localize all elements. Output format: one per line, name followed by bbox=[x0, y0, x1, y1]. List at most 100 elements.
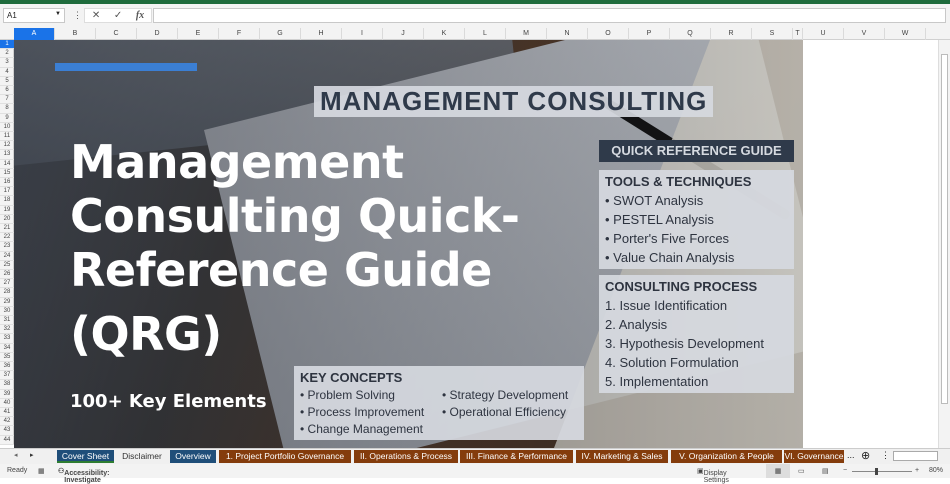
sheet-tab[interactable]: Cover Sheet bbox=[57, 450, 114, 463]
column-header[interactable]: Q bbox=[670, 28, 711, 40]
row-header[interactable]: 10 bbox=[0, 123, 14, 132]
row-header[interactable]: 30 bbox=[0, 307, 14, 316]
column-header[interactable]: M bbox=[506, 28, 547, 40]
sheet-tab[interactable]: II. Operations & Process bbox=[354, 450, 458, 463]
row-header[interactable]: 21 bbox=[0, 224, 14, 234]
column-header[interactable]: D bbox=[137, 28, 178, 40]
column-header[interactable]: W bbox=[885, 28, 926, 40]
column-header[interactable]: C bbox=[96, 28, 137, 40]
display-settings-button[interactable]: ▣ Display Settings bbox=[697, 467, 729, 484]
scroll-thumb[interactable] bbox=[941, 54, 948, 404]
sheet-tab[interactable]: VI. Governance bbox=[784, 450, 844, 463]
zoom-in-icon[interactable]: + bbox=[915, 467, 919, 474]
more-tabs-button[interactable]: ... bbox=[847, 450, 855, 460]
column-header[interactable]: U bbox=[803, 28, 844, 40]
chevron-down-icon[interactable]: ▼ bbox=[55, 11, 61, 17]
row-header[interactable]: 32 bbox=[0, 325, 14, 335]
row-header[interactable]: 12 bbox=[0, 141, 14, 151]
enter-icon[interactable]: ✓ bbox=[114, 10, 122, 21]
row-header[interactable]: 36 bbox=[0, 362, 14, 372]
row-header[interactable]: 40 bbox=[0, 399, 14, 408]
row-header[interactable]: 19 bbox=[0, 206, 14, 215]
row-header[interactable]: 16 bbox=[0, 178, 14, 188]
column-header[interactable]: A bbox=[14, 28, 55, 40]
row-header[interactable]: 28 bbox=[0, 288, 14, 298]
row-header[interactable]: 42 bbox=[0, 417, 14, 427]
horizontal-scrollbar[interactable] bbox=[893, 451, 938, 461]
name-box[interactable]: A1 ▼ bbox=[3, 8, 65, 23]
row-header[interactable]: 23 bbox=[0, 242, 14, 252]
row-header[interactable]: 26 bbox=[0, 270, 14, 280]
zoom-slider[interactable] bbox=[852, 468, 912, 475]
row-header[interactable]: 14 bbox=[0, 160, 14, 169]
row-header[interactable]: 33 bbox=[0, 334, 14, 344]
next-sheet-icon[interactable]: ▸ bbox=[30, 451, 34, 459]
more-icon[interactable]: ⋮ bbox=[73, 10, 82, 21]
row-header[interactable]: 15 bbox=[0, 169, 14, 178]
row-header[interactable]: 37 bbox=[0, 371, 14, 381]
add-sheet-icon[interactable]: ⊕ bbox=[861, 449, 870, 462]
row-header[interactable]: 34 bbox=[0, 344, 14, 353]
sheet-tab[interactable]: III. Finance & Performance bbox=[460, 450, 573, 463]
function-icon[interactable]: fx bbox=[136, 10, 144, 21]
row-header[interactable]: 20 bbox=[0, 215, 14, 224]
column-header[interactable]: H bbox=[301, 28, 342, 40]
prev-sheet-icon[interactable]: ◂ bbox=[14, 451, 18, 459]
row-header[interactable]: 8 bbox=[0, 104, 14, 114]
sheet-tab[interactable]: IV. Marketing & Sales bbox=[576, 450, 668, 463]
sheet-tab[interactable]: Disclaimer bbox=[116, 450, 168, 463]
normal-view-icon[interactable]: ▦ bbox=[766, 464, 790, 478]
column-header[interactable]: F bbox=[219, 28, 260, 40]
column-header[interactable]: I bbox=[342, 28, 383, 40]
column-header[interactable]: J bbox=[383, 28, 424, 40]
column-header[interactable]: O bbox=[588, 28, 629, 40]
row-header[interactable]: 43 bbox=[0, 426, 14, 436]
accessibility-status[interactable]: ⚇ Accessibility: Investigate bbox=[58, 467, 109, 484]
page-layout-icon[interactable]: ▭ bbox=[798, 467, 805, 475]
row-header[interactable]: 27 bbox=[0, 279, 14, 289]
column-header[interactable]: S bbox=[752, 28, 793, 40]
column-header[interactable]: G bbox=[260, 28, 301, 40]
column-header[interactable]: K bbox=[424, 28, 465, 40]
row-header[interactable]: 22 bbox=[0, 233, 14, 243]
column-header[interactable]: N bbox=[547, 28, 588, 40]
row-header[interactable]: 3 bbox=[0, 58, 14, 68]
row-header[interactable]: 4 bbox=[0, 68, 14, 77]
row-header[interactable]: 35 bbox=[0, 353, 14, 362]
column-header[interactable]: E bbox=[178, 28, 219, 40]
row-header[interactable]: 39 bbox=[0, 390, 14, 399]
cancel-icon[interactable]: ✕ bbox=[92, 10, 100, 21]
row-header[interactable]: 18 bbox=[0, 196, 14, 206]
column-header[interactable]: P bbox=[629, 28, 670, 40]
formula-input[interactable] bbox=[153, 8, 946, 23]
row-header[interactable]: 5 bbox=[0, 77, 14, 86]
row-header[interactable]: 31 bbox=[0, 316, 14, 326]
row-header[interactable]: 25 bbox=[0, 261, 14, 270]
more-icon[interactable]: ⋮ bbox=[881, 450, 890, 461]
row-header[interactable]: 1 bbox=[0, 40, 14, 50]
row-header[interactable]: 29 bbox=[0, 298, 14, 307]
calendar-icon[interactable]: ▦ bbox=[38, 467, 45, 475]
row-header[interactable]: 9 bbox=[0, 114, 14, 123]
row-header[interactable]: 13 bbox=[0, 150, 14, 160]
row-header[interactable]: 6 bbox=[0, 86, 14, 96]
row-header[interactable]: 44 bbox=[0, 436, 14, 445]
row-header[interactable]: 41 bbox=[0, 408, 14, 418]
sheet-tab[interactable]: V. Organization & People bbox=[671, 450, 782, 463]
zoom-slider-thumb[interactable] bbox=[875, 468, 878, 475]
row-header[interactable]: 17 bbox=[0, 187, 14, 197]
sheet-tab[interactable]: 1. Project Portfolio Governance bbox=[219, 450, 351, 463]
zoom-out-icon[interactable]: − bbox=[843, 467, 847, 474]
vertical-scrollbar[interactable] bbox=[938, 40, 950, 448]
row-header[interactable]: 7 bbox=[0, 95, 14, 105]
row-header[interactable]: 38 bbox=[0, 380, 14, 390]
zoom-level[interactable]: 80% bbox=[929, 467, 943, 474]
column-header[interactable]: T bbox=[793, 28, 803, 40]
column-header[interactable]: L bbox=[465, 28, 506, 40]
row-header[interactable]: 2 bbox=[0, 49, 14, 59]
row-header[interactable]: 11 bbox=[0, 132, 14, 142]
column-header[interactable]: R bbox=[711, 28, 752, 40]
sheet-tab[interactable]: Overview bbox=[170, 450, 216, 463]
column-header[interactable]: V bbox=[844, 28, 885, 40]
row-header[interactable]: 24 bbox=[0, 252, 14, 261]
